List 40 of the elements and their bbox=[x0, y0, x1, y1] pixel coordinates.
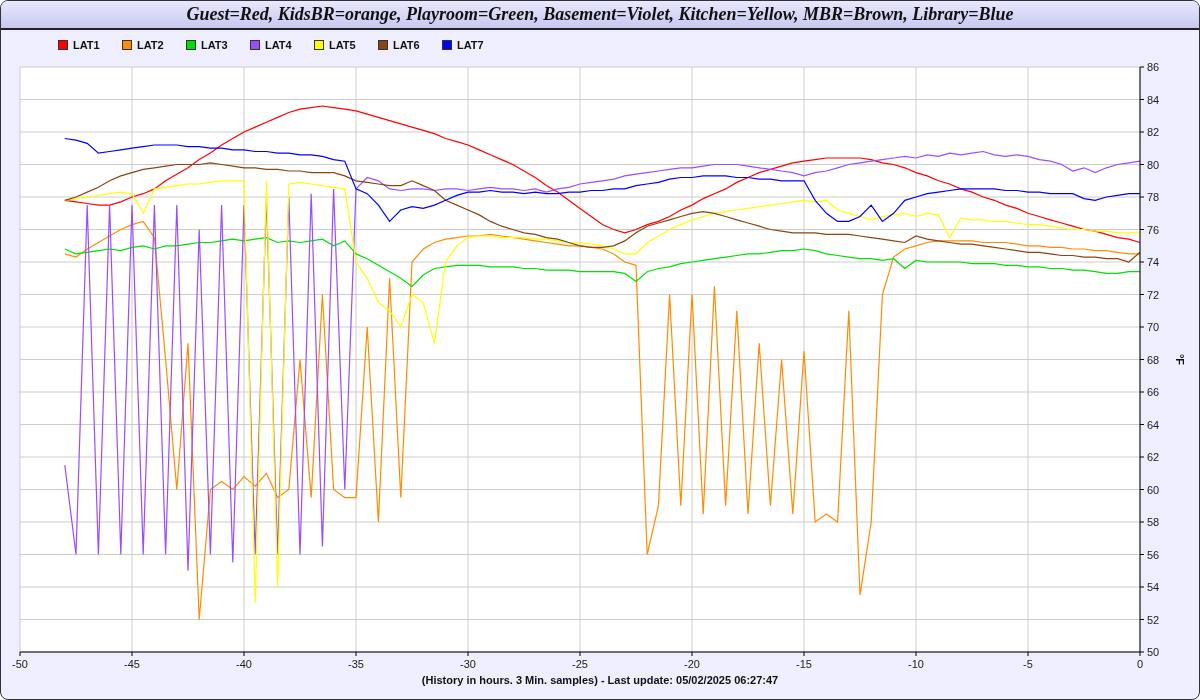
tick-label: 76 bbox=[1147, 223, 1160, 236]
tick-label: 64 bbox=[1147, 418, 1160, 431]
window-title: Guest=Red, KidsBR=orange, Playroom=Green, Basement=Violet, Kitchen=Yellow, MBR=Brown, Library=Blue bbox=[186, 4, 1014, 25]
tick-label: -15 bbox=[796, 658, 812, 670]
tick-label: 68 bbox=[1147, 353, 1160, 366]
tick-label: 80 bbox=[1147, 158, 1160, 171]
tick-label: 62 bbox=[1147, 451, 1160, 463]
legend-label: LAT5 bbox=[329, 39, 356, 51]
axis-title: (History in hours. 3 Min. samples) - Last update: 05/02/2025 06:27:47 bbox=[421, 674, 779, 686]
tick-label: -25 bbox=[572, 658, 588, 670]
legend-label: LAT3 bbox=[201, 39, 228, 51]
tick-label: 74 bbox=[1147, 256, 1160, 268]
tick-label: 52 bbox=[1147, 613, 1160, 626]
tick-label: 82 bbox=[1147, 126, 1160, 138]
tick-label: -35 bbox=[348, 658, 364, 670]
tick-label: 84 bbox=[1147, 93, 1160, 106]
tick-label: 58 bbox=[1147, 516, 1160, 528]
tick-label: 86 bbox=[1147, 61, 1160, 73]
tick-label: 78 bbox=[1147, 191, 1160, 203]
tick-label: -40 bbox=[236, 658, 252, 670]
tick-label: 50 bbox=[1147, 646, 1160, 658]
tick-label: 72 bbox=[1147, 288, 1160, 301]
legend-label: LAT7 bbox=[457, 39, 484, 51]
tick-label: -45 bbox=[124, 658, 140, 670]
tick-label: 60 bbox=[1147, 483, 1160, 496]
legend-label: LAT1 bbox=[73, 39, 100, 51]
tick-label: 66 bbox=[1147, 386, 1160, 398]
tick-label: -50 bbox=[12, 658, 28, 670]
tick-label: 70 bbox=[1147, 321, 1160, 333]
tick-label: 56 bbox=[1147, 548, 1160, 561]
tick-label: 54 bbox=[1147, 581, 1160, 593]
legend-label: LAT6 bbox=[393, 39, 420, 51]
tick-label: -30 bbox=[460, 658, 476, 670]
tick-label: -20 bbox=[684, 658, 700, 670]
tick-label: 0 bbox=[1136, 658, 1144, 670]
axis-title: °F bbox=[1174, 353, 1186, 366]
legend-label: LAT2 bbox=[137, 39, 164, 51]
legend-label: LAT4 bbox=[265, 39, 292, 51]
tick-label: -10 bbox=[908, 658, 924, 670]
tick-label: -5 bbox=[1023, 658, 1033, 670]
